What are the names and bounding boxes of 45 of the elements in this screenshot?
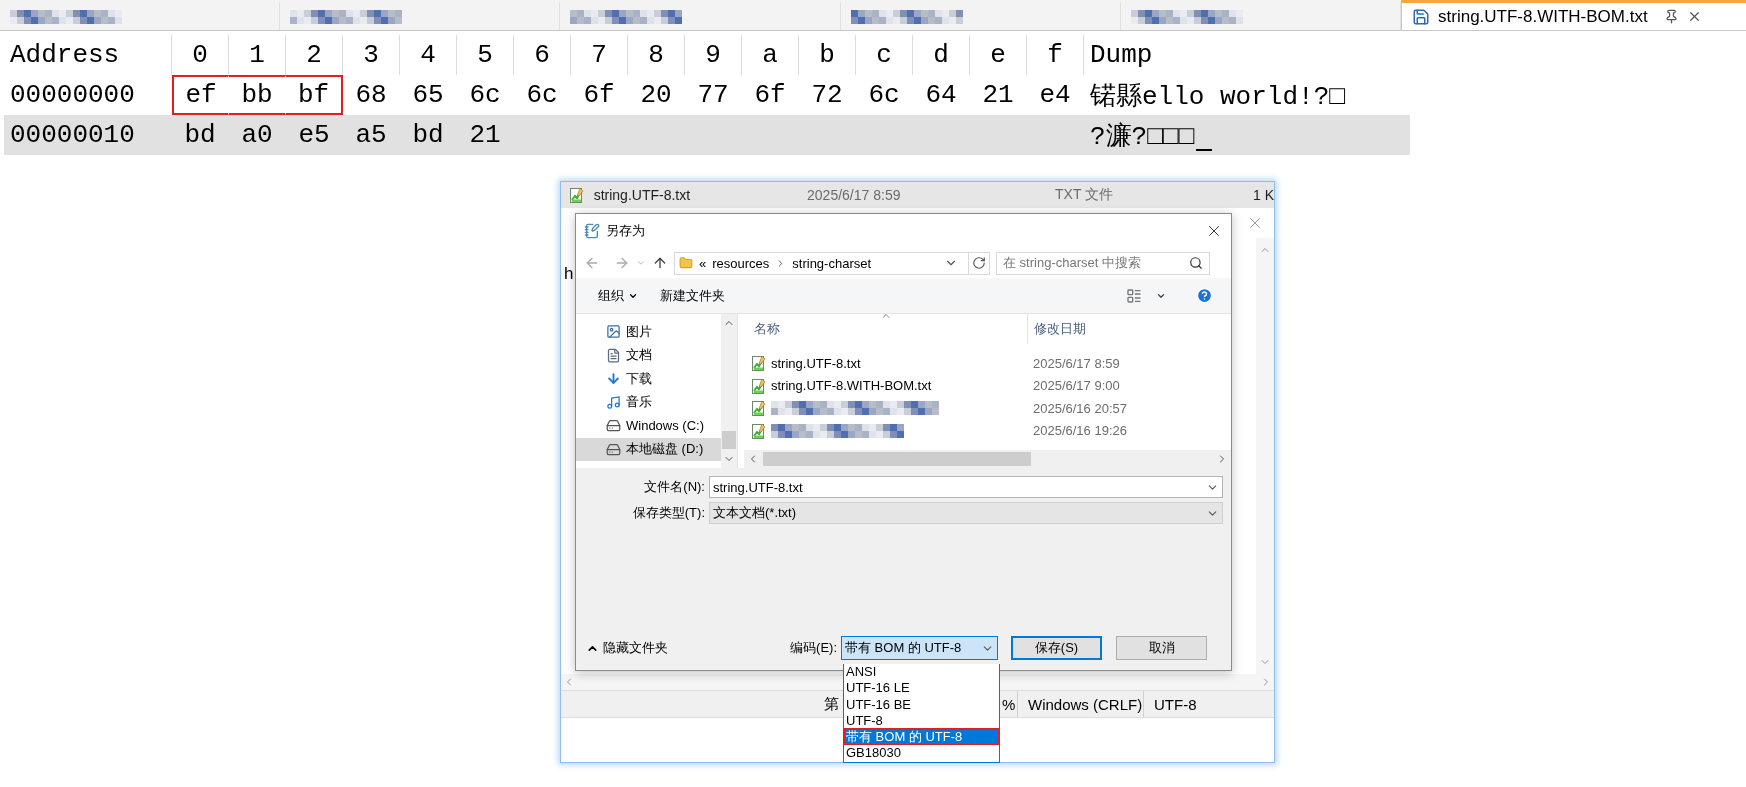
byte-cell-text: 6c [525, 79, 559, 112]
byte-cell-text: 21 [981, 79, 1015, 112]
column-header: 0 [172, 35, 229, 75]
status-text: % [1002, 695, 1016, 713]
byte-cell-text: 20 [639, 79, 673, 112]
byte-cell-text: bd [411, 119, 445, 152]
file-date: 2025/6/16 20:57 [1032, 400, 1127, 416]
status-text: UTF-8 [1154, 695, 1197, 713]
file-date: 2025/6/17 8:59 [807, 187, 902, 203]
field-label: 编码(E): [790, 639, 837, 657]
column-header: Dump [1089, 39, 1154, 72]
byte-cell-text: 6f [582, 79, 616, 112]
byte-cell-text: e5 [297, 119, 331, 152]
file-name: string.UTF-8.txt [593, 187, 692, 203]
byte-cell-text: bd [183, 119, 217, 152]
field-label: 文件名(N): [643, 478, 706, 496]
byte-cell-text: 77 [696, 79, 730, 112]
notepad-text: h [564, 264, 574, 283]
dump-text: ?濂?□□□ [1090, 120, 1194, 153]
byte-cell-text: 65 [411, 79, 445, 112]
byte-cell-text: 21 [468, 119, 502, 152]
status-text: Windows (CRLF) [1028, 695, 1143, 713]
byte-cell-text: 72 [810, 79, 844, 112]
address-cell-text: 00000000 [9, 79, 136, 112]
file-size: 1 K [1253, 187, 1274, 203]
byte-cell-text: 68 [354, 79, 388, 112]
byte-cell-text: e4 [1038, 79, 1072, 112]
column-header: 2 [286, 35, 343, 75]
address-cell-text: 00000010 [9, 119, 136, 152]
file-type: TXT 文件 [1055, 186, 1115, 204]
byte-cell-text: a0 [240, 119, 274, 152]
dump-text: 锘縣ello world!?□ [1090, 80, 1345, 113]
dialog-title: 另存为 [606, 222, 645, 240]
status-text: 第 [824, 694, 839, 714]
byte-cell-text: 6c [867, 79, 901, 112]
file-date: 2025/6/17 8:59 [1032, 355, 1120, 371]
byte-cell-text: 64 [924, 79, 958, 112]
column-header: 1 [229, 35, 286, 75]
byte-cell-text: 6f [753, 79, 787, 112]
byte-cell-text: a5 [354, 119, 388, 152]
file-date: 2025/6/17 9:00 [1032, 378, 1120, 394]
byte-cell-text: 6c [468, 79, 502, 112]
path-prefix: « [699, 255, 707, 271]
file-date: 2025/6/16 19:26 [1032, 423, 1127, 439]
field-label: 保存类型(T): [631, 504, 706, 522]
